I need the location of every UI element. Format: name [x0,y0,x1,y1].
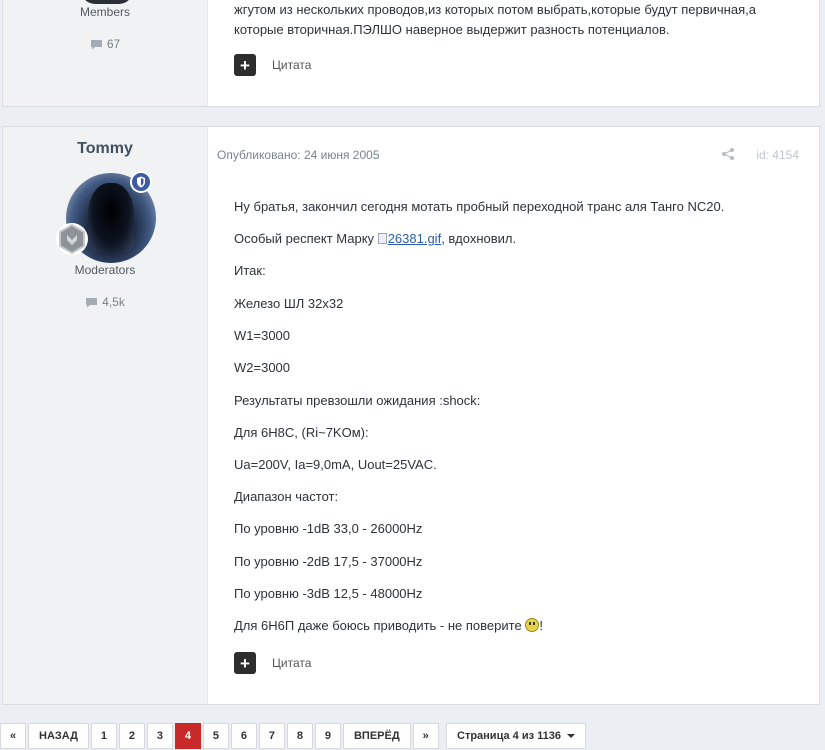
comment-icon [90,39,102,49]
author-column: Tommy Moderators 4,5k [3,127,208,704]
post-text-line: По уровню -3dB 12,5 - 48000Hz [234,586,423,601]
post-text-line: По уровню -1dB 33,0 - 26000Hz [234,521,423,536]
page-link-2[interactable]: 2 [118,723,145,749]
post-text-line: Диапазон частот: [234,489,339,504]
quote-button[interactable]: Цитата [272,656,311,670]
author-column: Members 67 [3,0,208,106]
avatar[interactable] [81,0,133,4]
post-text-line: Для 6Н8С, (Ri~7KОм): [234,425,369,440]
post-text-line: По уровню -2dB 17,5 - 37000Hz [234,554,423,569]
forum-post: Tommy Moderators 4,5k Опубликовано: 24 и… [2,126,820,705]
post-text-line: Ua=200V, Ia=9,0mA, Uout=25VAC. [234,457,437,472]
page-select-dropdown[interactable]: Страница 4 из 1136 [446,723,586,749]
author-group: Members [79,5,130,19]
post-content: Опубликовано: 24 июня 2005 id: 4154 Ну б… [208,127,819,704]
post-text-line: Ну братья, закончил сегодня мотать пробн… [234,199,725,214]
post-text-line: которые вторичная.ПЭЛШО наверное выдержи… [234,22,670,37]
broken-image-icon [377,233,387,244]
rank-badge-icon [56,223,88,255]
quote-button[interactable]: Цитата [272,58,311,72]
page-link-1[interactable]: 1 [90,723,117,749]
post-text-line: Железо ШЛ 32x32 [234,296,344,311]
multiquote-plus-button[interactable]: + [234,54,256,76]
page-link-9[interactable]: 9 [314,723,341,749]
quote-row: + Цитата [234,652,311,674]
inline-image-link[interactable]: 26381.gif [377,231,442,246]
post-text-line: жгутом из нескольких проводов,из которых… [234,2,756,17]
post-text-line: Особый респект Марку 26381.gif, вдохнови… [234,231,516,246]
next-page-button[interactable]: ВПЕРЁД [342,723,411,749]
caret-down-icon [566,734,575,738]
post-text-line: W1=3000 [234,328,291,343]
quote-row: + Цитата [234,54,311,76]
page-link-4-current[interactable]: 4 [174,723,201,749]
post-date[interactable]: Опубликовано: 24 июня 2005 [217,148,380,162]
post-text-fragment: Особый респект Марку [234,231,375,246]
image-link-label: 26381.gif [387,231,442,246]
post-text-line: Результаты превзошли ожидания :shock: [234,393,481,408]
first-page-button[interactable]: « [0,723,26,749]
author-group: Moderators [74,263,136,277]
post-text-fragment: , вдохновил. [441,231,517,246]
shield-icon [130,171,152,193]
post-id[interactable]: id: 4154 [756,148,799,162]
post-text-line: Итак: [234,263,266,278]
page-link-8[interactable]: 8 [286,723,313,749]
author-post-count: 67 [3,37,207,51]
page-link-7[interactable]: 7 [258,723,285,749]
page-link-3[interactable]: 3 [146,723,173,749]
smiley-icon [525,618,540,632]
last-page-button[interactable]: » [412,723,439,749]
pagination: « НАЗАД 1 2 3 4 5 6 7 8 9 ВПЕРЁД » [0,723,439,749]
comment-icon [86,297,98,307]
page-select-label: Страница 4 из 1136 [457,730,561,742]
post-text-line: W2=3000 [234,360,291,375]
author-post-count: 4,5k [3,295,207,309]
post-count-value: 4,5k [102,295,125,309]
share-icon[interactable] [721,147,735,161]
author-username[interactable]: Tommy [3,140,207,158]
multiquote-plus-button[interactable]: + [234,652,256,674]
post-count-value: 67 [106,37,121,51]
page-link-5[interactable]: 5 [202,723,229,749]
previous-post: Members 67 жгутом из нескольких проводов… [2,0,820,107]
prev-page-button[interactable]: НАЗАД [28,723,89,749]
page-link-6[interactable]: 6 [230,723,257,749]
post-text-line: Для 6Н6П даже боюсь приводить - не повер… [234,618,543,633]
post-content: жгутом из нескольких проводов,из которых… [208,0,819,106]
post-text-fragment: ! [539,618,543,633]
post-text-fragment: Для 6Н6П даже боюсь приводить - не повер… [234,618,522,633]
